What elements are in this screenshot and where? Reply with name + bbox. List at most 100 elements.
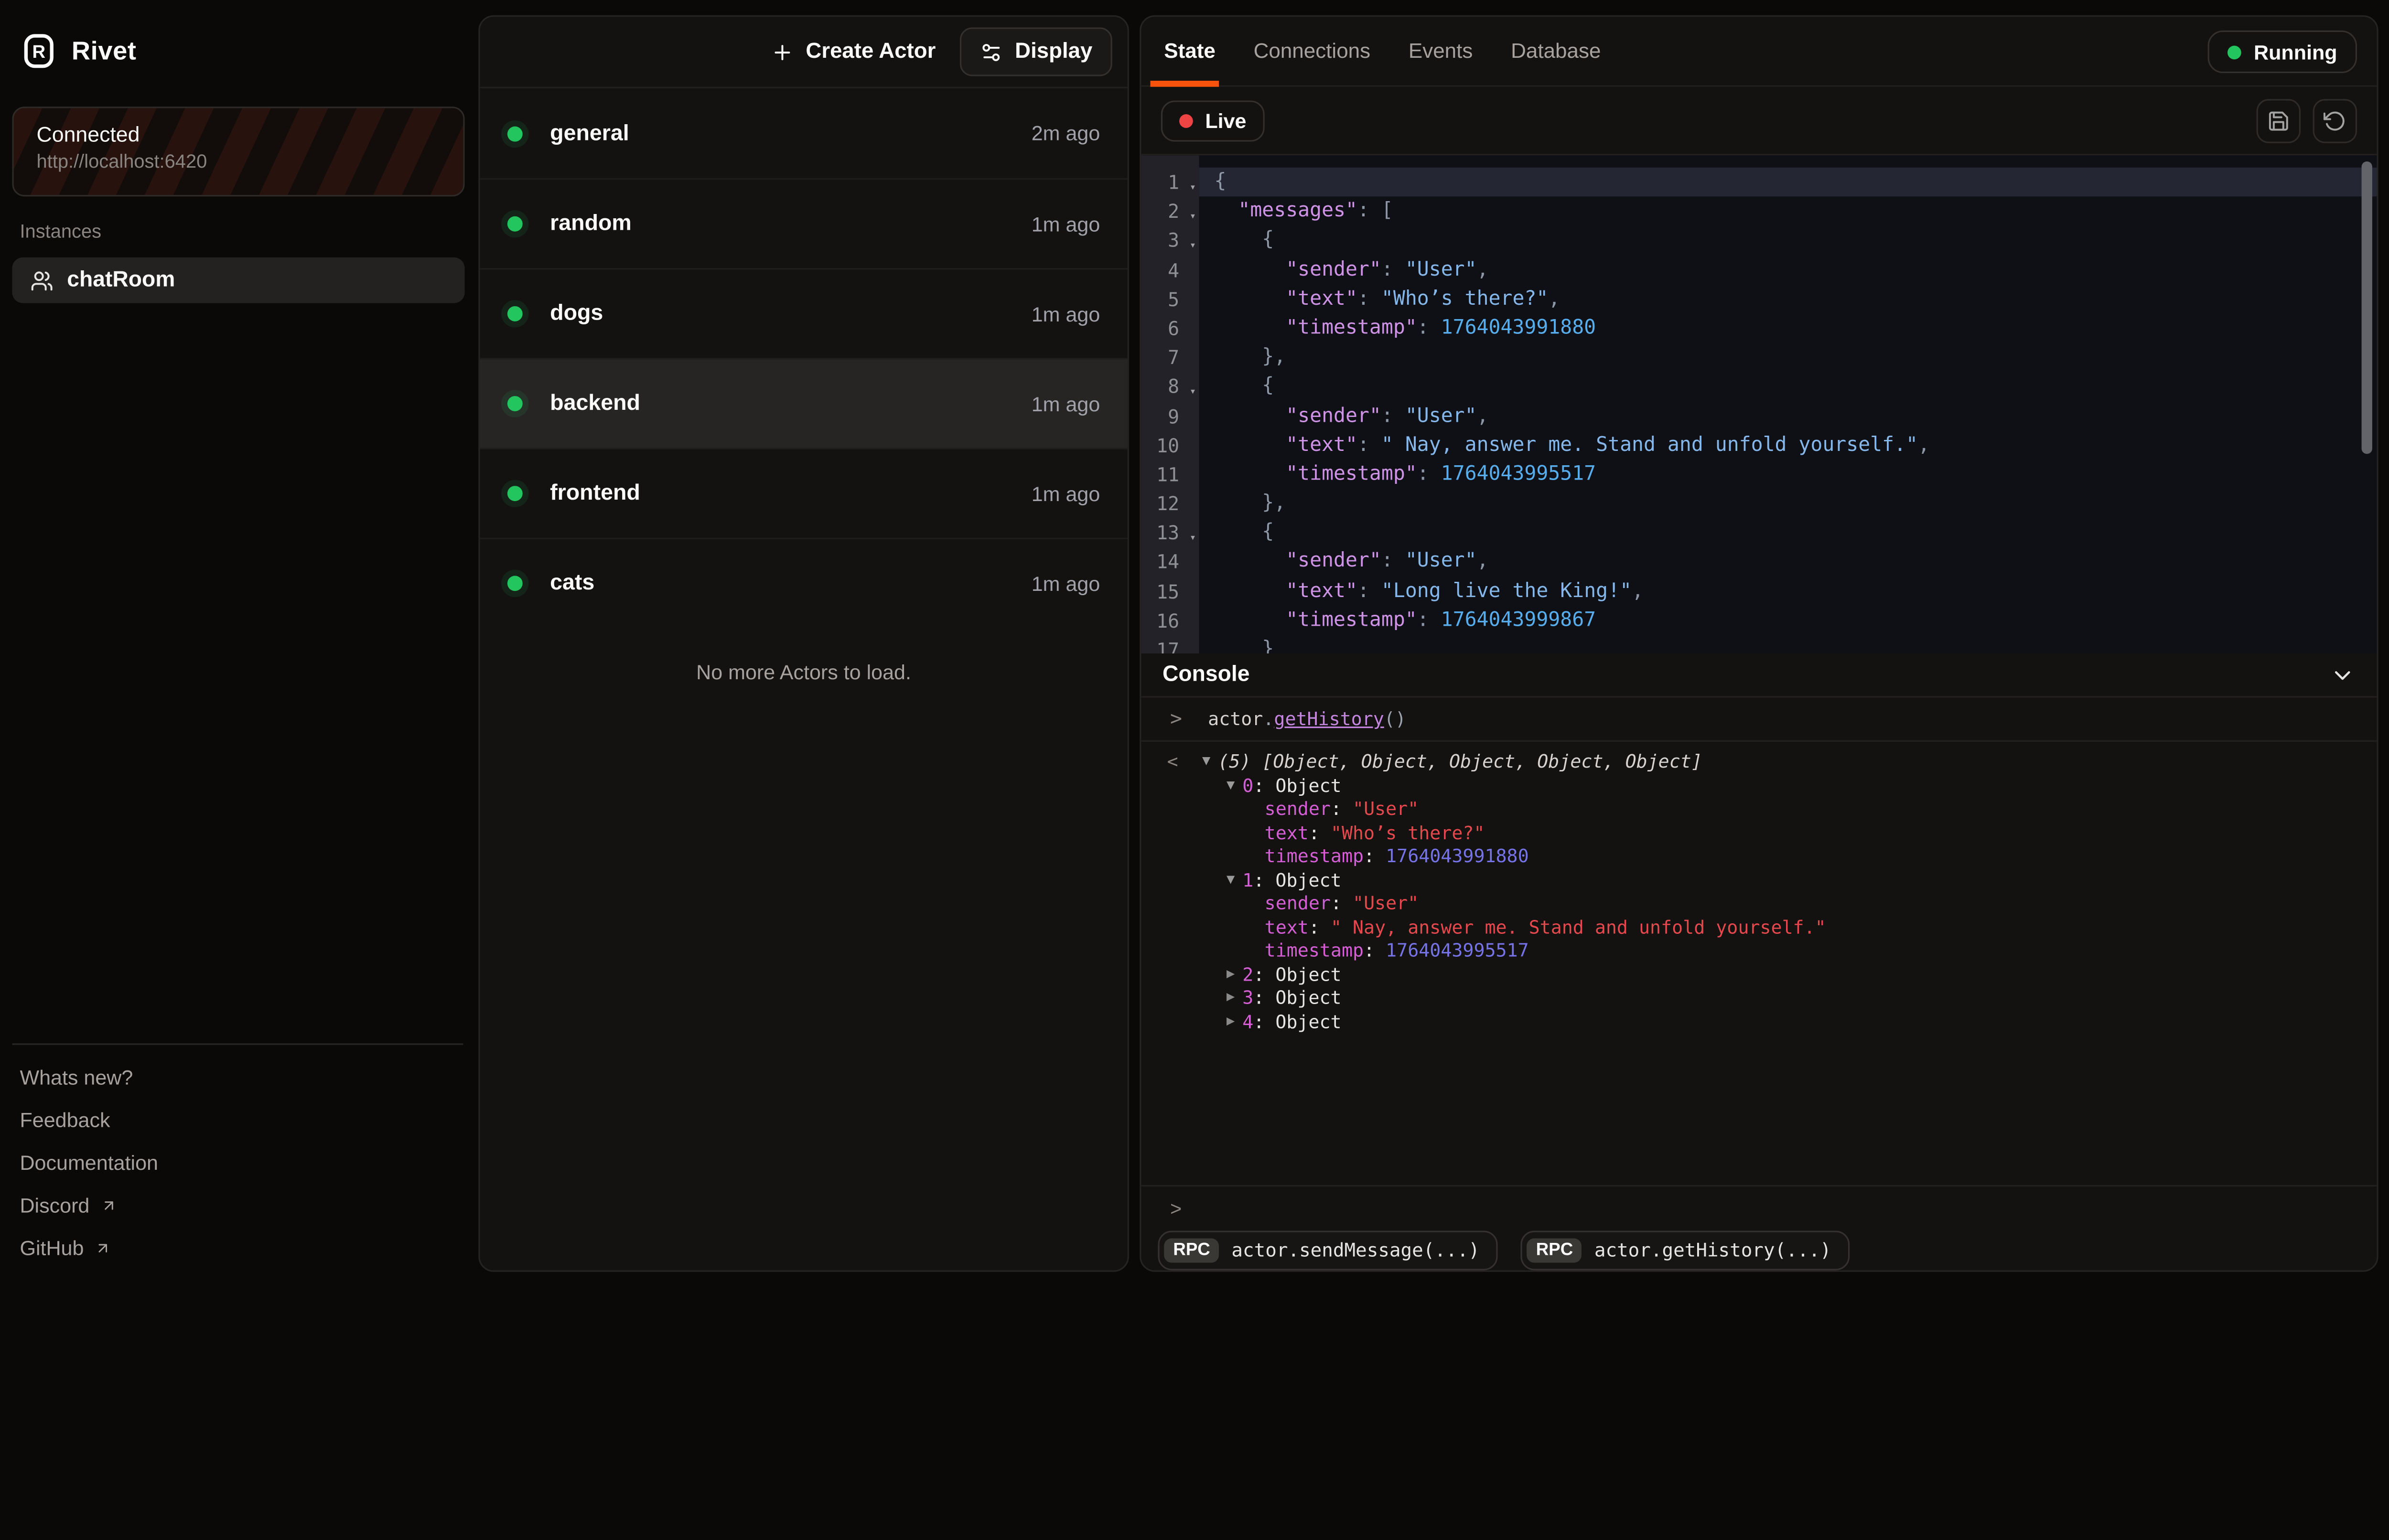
token-w [1214, 463, 1286, 486]
tab-connections[interactable]: Connections [1254, 40, 1371, 63]
sliders-icon [980, 41, 1003, 64]
token-k: "timestamp" [1286, 317, 1417, 340]
expanded-triangle-icon[interactable]: ▼ [1227, 869, 1235, 892]
rpc-chip-actor-gethistory-[interactable]: RPCactor.getHistory(...) [1521, 1231, 1850, 1271]
create-actor-button[interactable]: Create Actor [753, 31, 954, 73]
tree-node[interactable]: ▶3: Object [1141, 987, 2377, 1010]
empty-note: No more Actors to load. [480, 661, 1127, 684]
sidebar-item-chatroom[interactable]: chatRoom [12, 257, 465, 303]
tab-database[interactable]: Database [1511, 40, 1601, 63]
line-number: 1▾ [1141, 168, 1199, 197]
collapsed-triangle-icon[interactable]: ▶ [1227, 963, 1235, 987]
footer-link-documentation[interactable]: Documentation [12, 1141, 463, 1183]
collapsed-triangle-icon[interactable]: ▶ [1227, 1011, 1235, 1034]
tree-index: 2 [1242, 963, 1253, 987]
token-p: , [1632, 580, 1644, 603]
code-line: "sender": "User", [1214, 255, 2377, 284]
token-k: "text" [1286, 288, 1357, 310]
collapsed-triangle-icon[interactable]: ▶ [1227, 987, 1235, 1010]
prop-colon: : [1309, 916, 1331, 940]
tree-node[interactable]: ▶ 4: Object [1141, 1011, 2377, 1034]
console-result-summary[interactable]: <▼(5) [Object, Object, Object, Object, O… [1141, 751, 2377, 774]
token-p: : [1357, 434, 1381, 457]
footer-link-github[interactable]: GitHub [12, 1226, 463, 1269]
console-prompt-row[interactable]: > [1141, 1194, 2377, 1221]
footer-link-discord[interactable]: Discord [12, 1184, 463, 1226]
actor-row-cats[interactable]: cats1m ago [480, 538, 1127, 628]
external-link-icon [100, 1197, 117, 1213]
tree-prop: timestamp: 1764043995517 [1141, 940, 2377, 963]
console-command-row: > actor.getHistory() [1141, 697, 2377, 741]
live-badge[interactable]: Live [1161, 100, 1265, 141]
line-number: 8▾ [1141, 372, 1199, 401]
rivet-logo-icon: R [22, 33, 56, 68]
status-badge[interactable]: Running [2208, 31, 2357, 73]
expanded-triangle-icon[interactable]: ▼ [1202, 751, 1210, 774]
actor-row-dogs[interactable]: dogs1m ago [480, 268, 1127, 358]
expanded-triangle-icon[interactable]: ▼ [1227, 774, 1235, 798]
rpc-chip-actor-sendmessage-[interactable]: RPCactor.sendMessage(...) [1158, 1231, 1498, 1271]
prop-key: text [1265, 916, 1309, 940]
actor-name: dogs [550, 301, 1032, 326]
save-button[interactable] [2257, 98, 2301, 142]
actor-name: backend [550, 392, 1032, 416]
prop-key: timestamp [1265, 940, 1364, 963]
tab-state[interactable]: State [1164, 40, 1216, 63]
actor-name: random [550, 212, 1032, 236]
actor-name: frontend [550, 481, 1032, 506]
token-w [1214, 405, 1286, 428]
token-k: "text" [1286, 580, 1357, 603]
prop-colon: : [1364, 845, 1386, 869]
tree-node[interactable]: ▼0: Object [1141, 774, 2377, 798]
rpc-chips-row: RPCactor.sendMessage(...) RPCactor.getHis… [1141, 1231, 2377, 1271]
token-s: " Nay, answer me. Stand and unfold yours… [1381, 434, 1918, 457]
token-p: : [1417, 463, 1441, 486]
code-line: "sender": "User", [1214, 401, 2377, 430]
tree-node[interactable]: ▼1: Object [1141, 869, 2377, 892]
actor-row-general[interactable]: general2m ago [480, 88, 1127, 178]
token-w [1214, 638, 1262, 653]
line-number: 14 [1141, 547, 1199, 577]
display-button[interactable]: Display [960, 27, 1112, 76]
tree-index: 4 [1242, 1011, 1253, 1034]
actor-row-backend[interactable]: backend1m ago [480, 358, 1127, 448]
tree-index: 3 [1242, 987, 1253, 1010]
prop-value: 1764043995517 [1386, 940, 1528, 963]
actor-row-random[interactable]: random1m ago [480, 178, 1127, 268]
console-command: actor.getHistory() [1208, 708, 1406, 730]
status-dot-icon [507, 576, 523, 591]
console-header[interactable]: Console [1141, 653, 2377, 697]
token-s: "User" [1405, 405, 1477, 428]
rpc-chip-label: actor.sendMessage(...) [1231, 1240, 1479, 1262]
token-w [1214, 288, 1286, 310]
revert-button[interactable] [2313, 98, 2357, 142]
chevron-down-icon[interactable] [2330, 662, 2356, 688]
token-p: { [1214, 171, 1226, 193]
footer-link-label: Feedback [20, 1108, 110, 1131]
tab-events[interactable]: Events [1409, 40, 1473, 63]
prop-value: "User" [1353, 798, 1419, 822]
tree-node[interactable]: ▶2: Object [1141, 963, 2377, 987]
actor-name: cats [550, 571, 1032, 596]
token-p: , [1477, 405, 1489, 428]
actor-row-frontend[interactable]: frontend1m ago [480, 448, 1127, 538]
line-number: 10 [1141, 430, 1199, 460]
footer-link-whats-new-[interactable]: Whats new? [12, 1056, 463, 1098]
token-k: "sender" [1286, 405, 1381, 428]
inspector-panel: State Connections Events Database Running L… [1140, 15, 2378, 1272]
token-w [1214, 346, 1262, 369]
token-p: }, [1262, 346, 1286, 369]
live-badge-label: Live [1205, 109, 1246, 132]
state-editor[interactable]: 1▾2▾3▾45678▾910111213▾14151617 { "messag… [1141, 155, 2377, 653]
line-number: 5 [1141, 285, 1199, 314]
editor-scrollbar[interactable] [2362, 161, 2372, 454]
code-line: "text": "Who’s there?", [1214, 285, 2377, 314]
live-dot-icon [1179, 114, 1193, 128]
tree-object-label: : Object [1253, 1011, 1341, 1034]
footer-link-feedback[interactable]: Feedback [12, 1098, 463, 1141]
token-w [1214, 434, 1286, 457]
line-number: 13▾ [1141, 518, 1199, 547]
footer-link-label: Discord [20, 1193, 89, 1216]
token-w [1214, 258, 1286, 281]
sidebar: R Rivet Connected http://localhost:6420 … [0, 0, 466, 1287]
